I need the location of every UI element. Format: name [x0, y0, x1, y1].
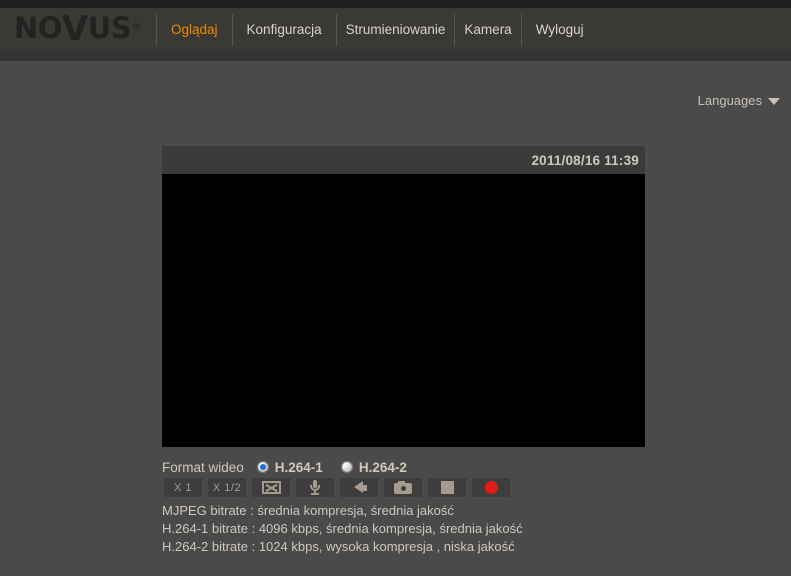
camera-icon — [394, 481, 412, 494]
radio-h264-2[interactable]: H.264-2 — [340, 459, 407, 475]
nav-label: Konfiguracja — [246, 22, 322, 38]
video-toolbar: X 1 X 1/2 — [163, 477, 511, 498]
format-label: Format wideo — [162, 459, 244, 475]
logo-text-v: V — [61, 9, 88, 49]
top-dark-strip — [0, 0, 791, 8]
bitrate-line-h264-1: H.264-1 bitrate : 4096 kbps, średnia kom… — [162, 521, 523, 536]
nav-item-konfiguracja[interactable]: Konfiguracja — [231, 14, 336, 46]
bitrate-line-mjpeg: MJPEG bitrate : średnia kompresja, średn… — [162, 503, 454, 518]
logo-text-o: O — [37, 10, 63, 45]
microphone-icon — [308, 480, 322, 495]
record-circle-icon — [484, 481, 498, 494]
nav-item-kamera[interactable]: Kamera — [454, 14, 520, 46]
speaker-button[interactable] — [339, 477, 379, 498]
nav-label: Strumieniowanie — [345, 22, 446, 38]
nav-label: Oglądaj — [171, 22, 218, 38]
radio-h264-1[interactable]: H.264-1 — [256, 459, 323, 475]
novus-logo: N O V US ® — [14, 9, 141, 49]
video-stream-area[interactable] — [162, 174, 645, 447]
snapshot-button[interactable] — [383, 477, 423, 498]
languages-selector[interactable]: Languages — [698, 93, 780, 108]
logo-trademark: ® — [131, 22, 141, 33]
header-under-strip — [0, 52, 791, 61]
nav-item-wyloguj[interactable]: Wyloguj — [520, 14, 598, 46]
radio-icon-selected[interactable] — [256, 461, 269, 473]
video-format-row: Format wideo H.264-1 H.264-2 — [162, 458, 425, 476]
stop-button[interactable] — [427, 477, 467, 498]
fullscreen-button[interactable] — [251, 477, 291, 498]
radio-label: H.264-1 — [274, 459, 323, 475]
main-navigation: Oglądaj Konfiguracja Strumieniowanie Kam… — [156, 14, 598, 46]
expand-icon — [261, 481, 281, 494]
bitrate-info: MJPEG bitrate : średnia kompresja, średn… — [162, 503, 523, 555]
nav-item-strumieniowanie[interactable]: Strumieniowanie — [335, 14, 455, 46]
microphone-button[interactable] — [295, 477, 335, 498]
bitrate-line-h264-2: H.264-2 bitrate : 1024 kbps, wysoka komp… — [162, 539, 515, 554]
video-timestamp: 2011/08/16 11:39 — [531, 152, 639, 168]
video-panel: 2011/08/16 11:39 — [162, 146, 645, 447]
stop-square-icon — [440, 481, 454, 494]
zoom-x-half-button[interactable]: X 1/2 — [207, 477, 247, 498]
button-label: X 1/2 — [212, 481, 242, 494]
zoom-x1-button[interactable]: X 1 — [163, 477, 203, 498]
nav-label: Kamera — [464, 22, 512, 38]
radio-icon-unselected[interactable] — [340, 461, 353, 473]
video-titlebar: 2011/08/16 11:39 — [162, 146, 645, 174]
button-label: X 1 — [173, 481, 192, 494]
radio-label: H.264-2 — [358, 459, 407, 475]
logo-text-us: US — [87, 10, 132, 45]
logo-text-n: N — [14, 10, 38, 45]
speaker-icon — [351, 481, 367, 494]
languages-label: Languages — [697, 93, 762, 108]
record-button[interactable] — [471, 477, 511, 498]
nav-item-ogladaj[interactable]: Oglądaj — [156, 14, 232, 46]
nav-label: Wyloguj — [535, 22, 584, 38]
chevron-down-icon — [768, 98, 780, 105]
